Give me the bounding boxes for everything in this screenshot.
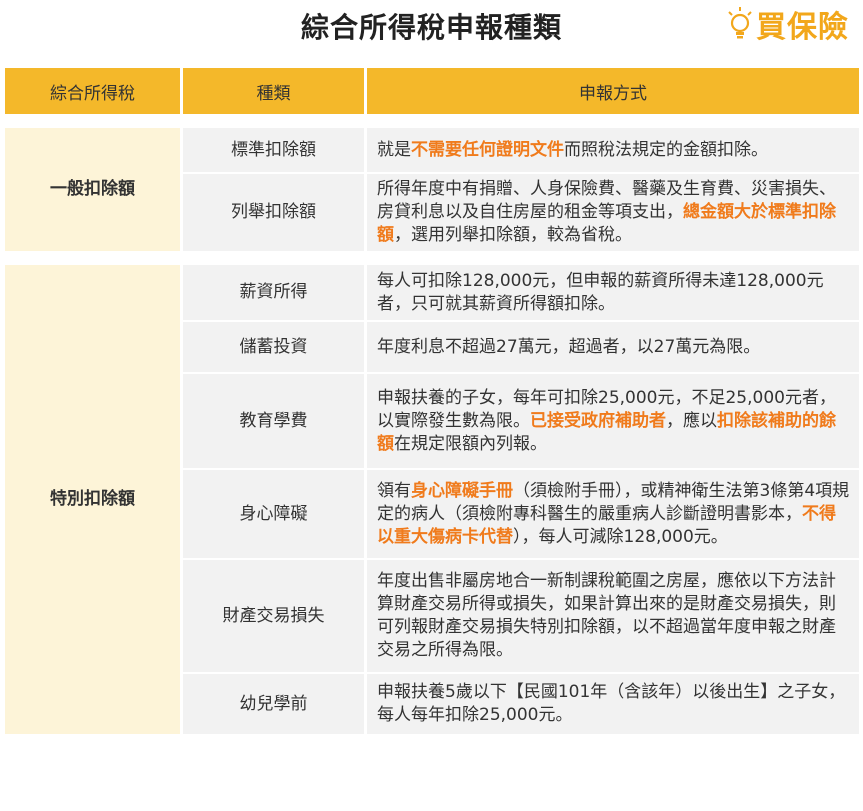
header-category: 綜合所得稅 <box>5 68 180 114</box>
description-text: 而照稅法規定的金額扣除。 <box>564 139 768 160</box>
description-cell: 申報扶養5歲以下【民國101年（含該年）以後出生】之子女，每人每年扣除25,00… <box>367 674 859 734</box>
type-cell: 教育學費 <box>183 374 364 468</box>
type-cell: 財產交易損失 <box>183 560 364 672</box>
description-text: ，應以 <box>666 410 717 431</box>
description-text: ，選用列舉扣除額，較為省稅。 <box>394 225 632 245</box>
spacer-cell <box>5 253 859 263</box>
description-cell: 就是不需要任何證明文件而照稅法規定的金額扣除。 <box>367 128 859 172</box>
description-text: 每人可扣除128,000元，但申報的薪資所得未達128,000元者，只可就其薪資… <box>377 270 824 314</box>
header-method: 申報方式 <box>367 68 859 114</box>
description-text: 在規定限額內列報。 <box>394 433 547 454</box>
group-spacer <box>5 253 859 263</box>
tax-deduction-table: 綜合所得稅 種類 申報方式 一般扣除額 標準扣除額 就是不需要任何證明文件而照稅法規… <box>2 66 862 736</box>
description-cell: 領有身心障礙手冊（須檢附手冊），或精神衛生法第3條第4項規定的病人（須檢附專科醫… <box>367 470 859 558</box>
header-type: 種類 <box>183 68 364 114</box>
type-cell: 列舉扣除額 <box>183 174 364 251</box>
logo-text: 買保險 <box>756 10 849 45</box>
description-text: 領有 <box>377 480 411 501</box>
group-spacer <box>5 116 859 126</box>
description-text: 年度出售非屬房地合一新制課稅範圍之房屋，應依以下方法計算財產交易所得或損失，如果… <box>377 571 836 660</box>
category-cell: 特別扣除額 <box>5 265 180 734</box>
table-header-row: 綜合所得稅 種類 申報方式 <box>5 68 859 114</box>
category-cell: 一般扣除額 <box>5 128 180 251</box>
description-text: ），每人可減除128,000元。 <box>513 526 728 547</box>
description-text: 年度利息不超過27萬元，超過者，以27萬元為限。 <box>377 336 761 357</box>
description-cell: 年度利息不超過27萬元，超過者，以27萬元為限。 <box>367 322 859 372</box>
table-row: 一般扣除額 標準扣除額 就是不需要任何證明文件而照稅法規定的金額扣除。 <box>5 128 859 251</box>
description-cell: 每人可扣除128,000元，但申報的薪資所得未達128,000元者，只可就其薪資… <box>367 265 859 320</box>
description-text: 就是 <box>377 139 411 160</box>
description-text: 申報扶養5歲以下【民國101年（含該年）以後出生】之子女，每人每年扣除25,00… <box>377 682 846 725</box>
brand-logo[interactable]: 買保險 <box>726 4 849 45</box>
spacer-cell <box>5 116 859 126</box>
type-cell: 標準扣除額 <box>183 128 364 172</box>
description-cell: 所得年度中有捐贈、人身保險費、醫藥及生育費、災害損失、房貸利息以及自住房屋的租金… <box>367 174 859 251</box>
type-cell: 幼兒學前 <box>183 674 364 734</box>
type-cell: 儲蓄投資 <box>183 322 364 372</box>
highlighted-text: 不需要任何證明文件 <box>411 139 564 160</box>
highlighted-text: 身心障礙手冊 <box>411 480 513 501</box>
highlighted-text: 已接受政府補助者 <box>530 410 666 431</box>
description-cell: 年度出售非屬房地合一新制課稅範圍之房屋，應依以下方法計算財產交易所得或損失，如果… <box>367 560 859 672</box>
table-row: 特別扣除額 薪資所得 每人可扣除128,000元，但申報的薪資所得未達128,000… <box>5 265 859 734</box>
type-cell: 身心障礙 <box>183 470 364 558</box>
description-cell: 申報扶養的子女，每年可扣除25,000元，不足25,000元者，以實際發生數為限… <box>367 374 859 468</box>
lightbulb-icon <box>728 7 752 39</box>
type-cell: 薪資所得 <box>183 265 364 320</box>
